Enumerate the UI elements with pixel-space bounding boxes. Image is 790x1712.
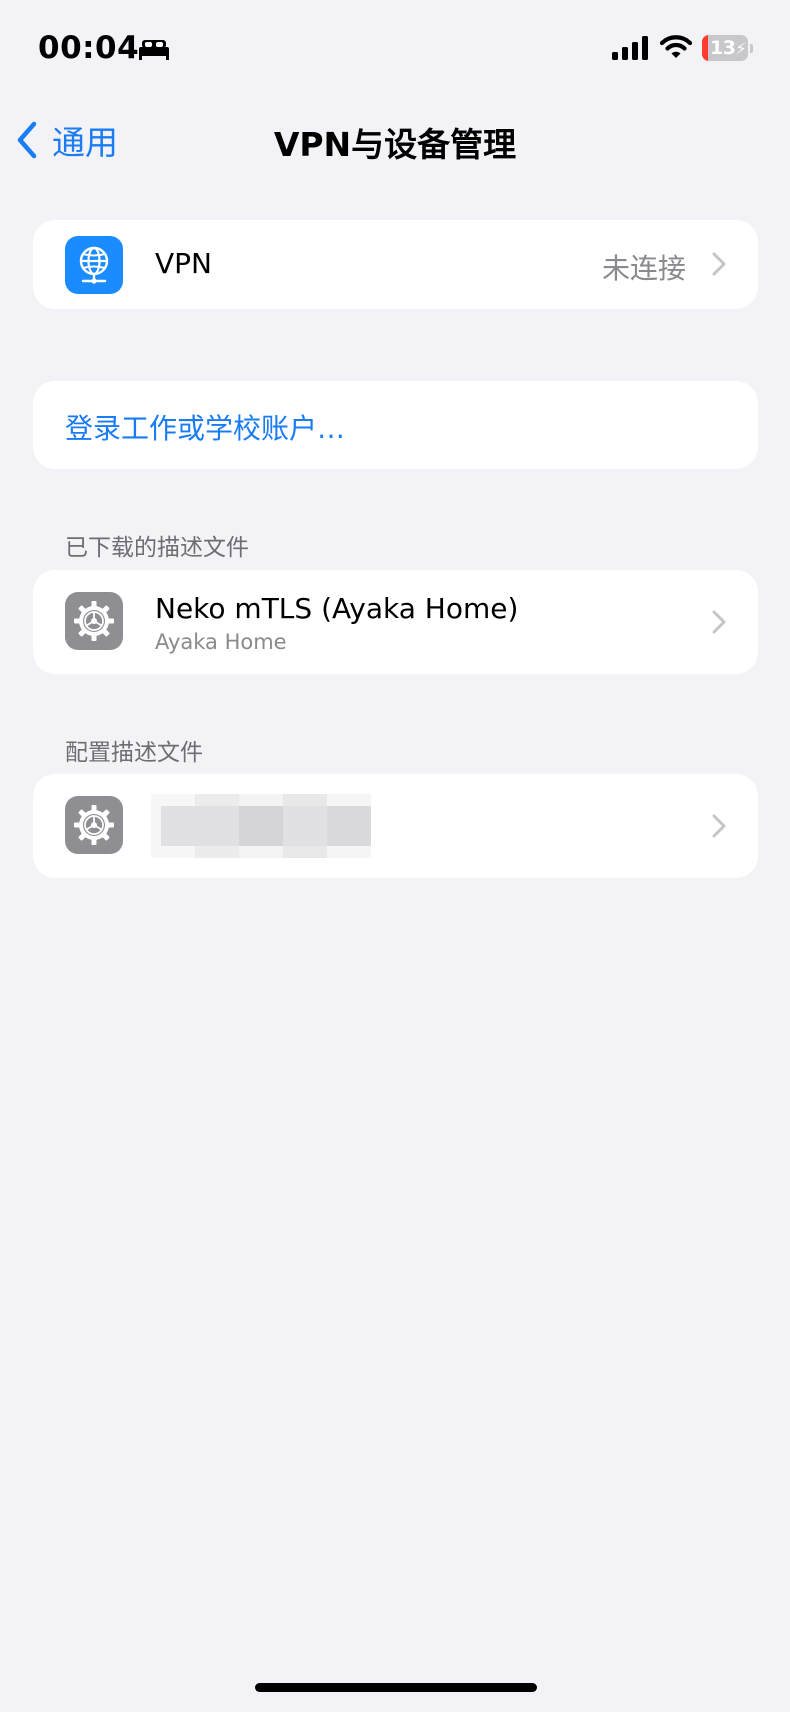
- page-title: VPN与设备管理: [273, 125, 517, 164]
- downloaded-profiles-card: Neko mTLS (Ayaka Home) Ayaka Home: [33, 570, 758, 674]
- redacted-profile-name: [151, 794, 383, 858]
- vpn-card: VPN 未连接: [33, 220, 758, 309]
- vpn-status: 未连接: [601, 252, 686, 285]
- profile-subtitle: Ayaka Home: [155, 630, 287, 654]
- configuration-profiles-card: [33, 774, 758, 878]
- home-indicator[interactable]: [255, 1683, 537, 1692]
- chevron-right-icon: [712, 814, 726, 838]
- signin-row[interactable]: 登录工作或学校账户…: [33, 381, 758, 469]
- battery-level-fill: [702, 35, 708, 61]
- configuration-profiles-header: 配置描述文件: [65, 740, 203, 766]
- battery-level-text: 13⚡: [710, 37, 747, 59]
- globe-network-icon: [65, 236, 123, 294]
- battery-charging-icon: 13⚡: [702, 35, 753, 63]
- signin-card: 登录工作或学校账户…: [33, 381, 758, 469]
- cellular-signal-icon: [612, 36, 648, 60]
- downloaded-profiles-header: 已下载的描述文件: [65, 535, 249, 561]
- profile-row[interactable]: Neko mTLS (Ayaka Home) Ayaka Home: [33, 570, 758, 674]
- vpn-row[interactable]: VPN 未连接: [33, 220, 758, 309]
- profile-title: Neko mTLS (Ayaka Home): [155, 592, 519, 625]
- gear-settings-icon: [65, 796, 123, 854]
- config-profile-row[interactable]: [33, 774, 758, 878]
- wifi-icon: [660, 35, 692, 58]
- signin-work-school-link[interactable]: 登录工作或学校账户…: [65, 407, 345, 447]
- status-time: 00:04: [38, 30, 140, 66]
- navigation-bar: 通用 VPN与设备管理: [0, 100, 790, 180]
- gear-settings-icon: [65, 592, 123, 650]
- chevron-right-icon: [712, 610, 726, 634]
- status-bar: 00:04 13⚡: [0, 0, 790, 100]
- vpn-label: VPN: [155, 247, 212, 280]
- sleep-focus-icon: [139, 40, 169, 60]
- chevron-right-icon: [712, 252, 726, 276]
